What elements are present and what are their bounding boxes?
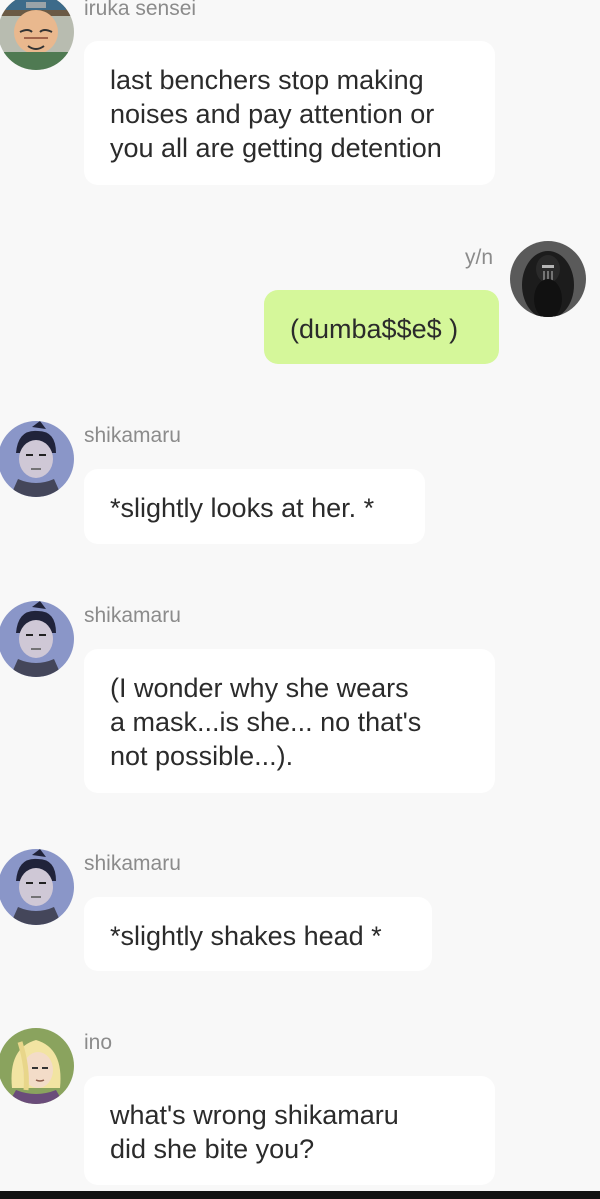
sender-name: shikamaru: [84, 852, 181, 875]
sender-name: iruka sensei: [84, 0, 197, 20]
message-row: ino what's wrong shikamaru did she bite …: [0, 1018, 600, 1191]
message-bubble: *slightly shakes head *: [84, 897, 432, 971]
yn-avatar[interactable]: [510, 241, 586, 317]
sender-name: ino: [84, 1031, 113, 1054]
message-bubble: (I wonder why she wears a mask...is she.…: [84, 649, 495, 793]
shikamaru-avatar[interactable]: [0, 849, 74, 925]
message-bubble: what's wrong shikamaru did she bite you?: [84, 1076, 495, 1185]
message-bubble: last benchers stop making noises and pay…: [84, 41, 495, 185]
message-row: shikamaru *slightly looks at her. *: [0, 410, 600, 550]
sender-name: shikamaru: [84, 424, 181, 447]
chat-thread: iruka sensei last benchers stop making n…: [0, 0, 600, 1191]
message-bubble: *slightly looks at her. *: [84, 469, 425, 544]
shikamaru-avatar[interactable]: [0, 421, 74, 497]
message-row: y/n (dumba$$e$ ): [0, 230, 600, 370]
bottom-edge-bar: [0, 1191, 600, 1199]
ino-avatar[interactable]: [0, 1028, 74, 1104]
sender-name: shikamaru: [84, 604, 181, 627]
iruka-avatar[interactable]: [0, 0, 74, 70]
message-row: shikamaru *slightly shakes head *: [0, 838, 600, 978]
shikamaru-avatar[interactable]: [0, 601, 74, 677]
sender-name: y/n: [465, 246, 494, 269]
message-row: shikamaru (I wonder why she wears a mask…: [0, 590, 600, 800]
message-row: iruka sensei last benchers stop making n…: [0, 0, 600, 190]
message-bubble: (dumba$$e$ ): [264, 290, 499, 364]
